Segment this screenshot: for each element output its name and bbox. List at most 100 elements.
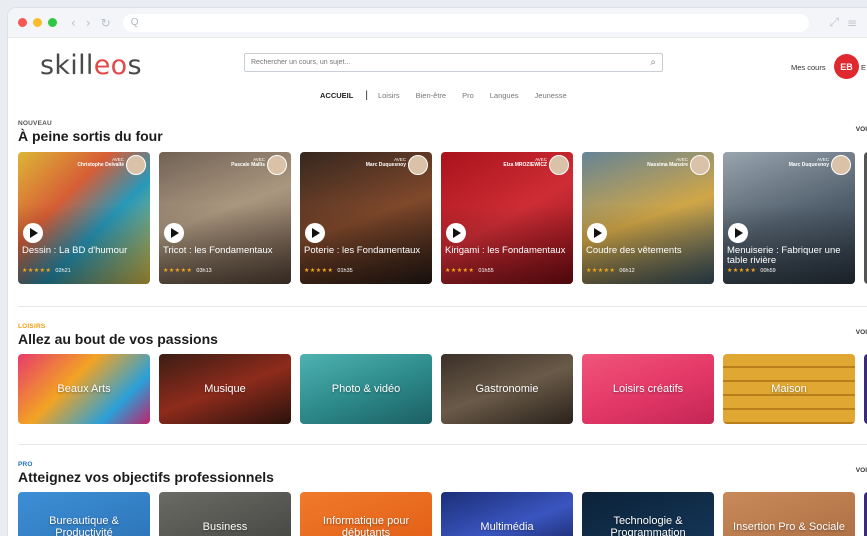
course-card[interactable]: AVEC Christophe Delvallé Dessin : La BD d'…	[18, 152, 150, 284]
category-label: Loisirs créatifs	[612, 383, 684, 395]
rating-stars-icon: ★★★★★	[727, 267, 757, 274]
nav-jeunesse[interactable]: Jeunesse	[535, 91, 567, 100]
nav-accueil[interactable]: ACCUEIL	[320, 91, 353, 100]
category-card[interactable]: Business	[159, 492, 291, 536]
category-label: Photo & vidéo	[331, 383, 401, 395]
voir-tout-link[interactable]: VOI	[856, 329, 867, 336]
rating-stars-icon: ★★★★★	[163, 267, 193, 274]
address-bar[interactable]: Q	[122, 13, 810, 32]
mes-cours-link[interactable]: Mes cours	[791, 63, 826, 72]
category-card[interactable]: Photo & vidéo	[300, 354, 432, 424]
menu-icon[interactable]: ≡	[847, 16, 857, 30]
back-icon[interactable]: ‹	[71, 16, 76, 30]
section-loisirs: LOISIRS Allez au bout de vos passions VO…	[18, 323, 867, 347]
course-meta: ★★★★★ 00h59	[727, 267, 776, 274]
instructor-avatar	[126, 155, 146, 175]
course-card[interactable]: AVEC Marc Duquesnoy Menuiserie : Fabriquer…	[723, 152, 855, 284]
category-label: Musique	[204, 383, 246, 395]
instructor-label: AVEC Marc Duquesnoy	[366, 157, 406, 168]
instructor-avatar	[408, 155, 428, 175]
instructor-avatar	[831, 155, 851, 175]
nav-bien-etre[interactable]: Bien-être	[416, 91, 446, 100]
expand-icon[interactable]: ⤢	[829, 15, 839, 30]
category-label: Insertion Pro & Sociale	[733, 521, 845, 533]
rating-stars-icon: ★★★★★	[22, 267, 52, 274]
category-card[interactable]: Gastronomie	[441, 354, 573, 424]
instructor-avatar	[549, 155, 569, 175]
category-label: Technologie & Programmation	[610, 515, 686, 536]
instructor-label: AVEC Nassima Mansire	[647, 157, 688, 168]
section-title: À peine sortis du four	[18, 128, 163, 144]
course-meta: ★★★★★ 02h21	[22, 267, 71, 274]
course-title: Kirigami : les Fondamentaux	[445, 245, 566, 256]
section-title: Allez au bout de vos passions	[18, 331, 218, 347]
category-card[interactable]: Informatique pour débutants	[300, 492, 432, 536]
instructor-label: AVEC Marc Duquesnoy	[789, 157, 829, 168]
category-label: Business	[202, 521, 248, 533]
close-window-button[interactable]	[18, 18, 27, 27]
course-duration: 01h35	[337, 267, 353, 274]
category-card[interactable]: Bureautique & Productivité	[18, 492, 150, 536]
minimize-window-button[interactable]	[33, 18, 42, 27]
course-title: Tricot : les Fondamentaux	[163, 245, 273, 256]
instructor-name: Elza MROZIEWICZ	[503, 161, 547, 168]
play-icon[interactable]	[446, 223, 466, 243]
section-tag: LOISIRS	[18, 323, 46, 330]
course-meta: ★★★★★ 03h13	[163, 267, 212, 274]
category-label: Bureautique & Productivité	[49, 515, 119, 536]
category-card[interactable]: Multimédia	[441, 492, 573, 536]
pro-carousel: Bureautique & Productivité Business Inform…	[18, 492, 867, 536]
course-meta: ★★★★★ 01h55	[445, 267, 494, 274]
category-label: Multimédia	[480, 521, 534, 533]
rating-stars-icon: ★★★★★	[445, 267, 475, 274]
reload-icon[interactable]: ↻	[101, 16, 111, 30]
section-title: Atteignez vos objectifs professionnels	[18, 469, 274, 485]
course-duration: 02h21	[55, 267, 71, 274]
instructor-label: AVEC Christophe Delvallé	[77, 157, 124, 168]
category-card[interactable]: Loisirs créatifs	[582, 354, 714, 424]
play-icon[interactable]	[587, 223, 607, 243]
course-duration: 00h59	[760, 267, 776, 274]
category-card[interactable]: Maison	[723, 354, 855, 424]
user-avatar[interactable]: EB	[834, 54, 859, 79]
search-box[interactable]: ⌕	[244, 53, 663, 72]
category-card[interactable]: Beaux Arts	[18, 354, 150, 424]
nav-separator: |	[365, 90, 368, 101]
course-duration: 03h13	[196, 267, 212, 274]
forward-icon[interactable]: ›	[86, 16, 91, 30]
category-card[interactable]: Musique	[159, 354, 291, 424]
window-controls	[18, 18, 57, 27]
section-tag: PRO	[18, 461, 33, 468]
search-input[interactable]	[251, 59, 651, 66]
play-icon[interactable]	[164, 223, 184, 243]
category-card[interactable]: Technologie & Programmation	[582, 492, 714, 536]
course-card[interactable]: AVEC Nassima Mansire Coudre des vêtements ★…	[582, 152, 714, 284]
instructor-label: AVEC Elza MROZIEWICZ	[503, 157, 547, 168]
play-icon[interactable]	[728, 223, 748, 243]
nav-loisirs[interactable]: Loisirs	[378, 91, 400, 100]
category-card[interactable]: Insertion Pro & Sociale	[723, 492, 855, 536]
instructor-avatar	[690, 155, 710, 175]
nav-langues[interactable]: Langues	[490, 91, 519, 100]
browser-toolbar: ‹ › ↻ Q ⤢ ≡	[8, 8, 867, 38]
section-pro: PRO Atteignez vos objectifs professionne…	[18, 461, 867, 485]
nav-pro[interactable]: Pro	[462, 91, 474, 100]
user-menu-label[interactable]: E	[861, 63, 866, 72]
search-icon[interactable]: ⌕	[650, 57, 656, 68]
category-label: Gastronomie	[475, 383, 539, 395]
maximize-window-button[interactable]	[48, 18, 57, 27]
category-label: Maison	[771, 383, 807, 395]
course-meta: ★★★★★ 01h35	[304, 267, 353, 274]
play-icon[interactable]	[23, 223, 43, 243]
instructor-name: Marc Duquesnoy	[788, 161, 829, 168]
voir-tout-link[interactable]: VOI	[856, 467, 867, 474]
course-card[interactable]: AVEC Pascale Mallis Tricot : les Fondament…	[159, 152, 291, 284]
course-title: Dessin : La BD d'humour	[22, 245, 128, 256]
skilleos-logo[interactable]: skilleos	[40, 50, 142, 81]
play-icon[interactable]	[305, 223, 325, 243]
voir-tout-link[interactable]: VOI	[856, 126, 867, 133]
section-nouveau: NOUVEAU À peine sortis du four VOI	[18, 120, 867, 144]
course-card[interactable]: AVEC Marc Duquesnoy Poterie : les Fondamen…	[300, 152, 432, 284]
rating-stars-icon: ★★★★★	[586, 267, 616, 274]
course-card[interactable]: AVEC Elza MROZIEWICZ Kirigami : les Fondam…	[441, 152, 573, 284]
